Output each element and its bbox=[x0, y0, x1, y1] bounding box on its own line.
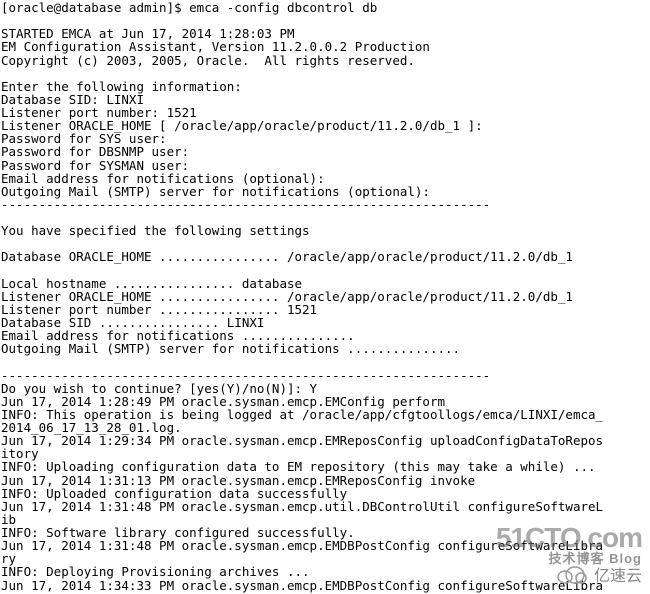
terminal-output: [oracle@database admin]$ emca -config db… bbox=[0, 0, 650, 592]
